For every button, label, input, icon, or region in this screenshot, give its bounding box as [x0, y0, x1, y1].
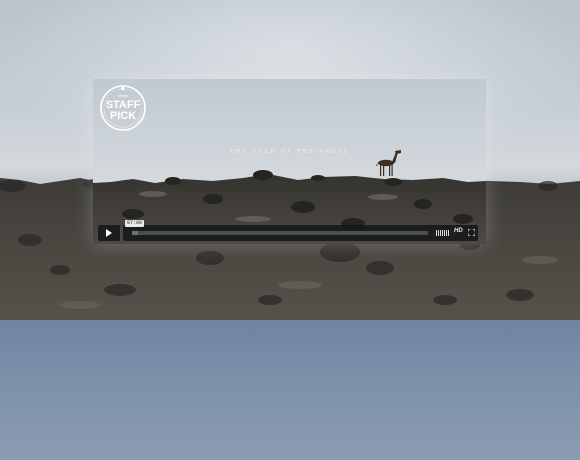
hd-toggle[interactable]: HD: [454, 228, 463, 234]
progress-track[interactable]: [132, 231, 428, 235]
badge-line2: PICK: [110, 110, 136, 122]
control-bar: HD: [123, 225, 478, 241]
volume-icon[interactable]: [436, 230, 450, 236]
play-icon[interactable]: [106, 229, 112, 237]
video-title: THE GOLD OF THE ANDES: [229, 149, 350, 155]
player-controls: HD 07:00: [98, 220, 482, 242]
video-player[interactable]: vimeo STAFF PICK THE GOLD OF THE ANDES: [93, 79, 486, 244]
fullscreen-icon[interactable]: [468, 229, 475, 236]
play-button[interactable]: [98, 225, 120, 241]
staff-pick-badge: vimeo STAFF PICK: [99, 84, 147, 132]
video-still: [93, 79, 486, 244]
lower-panel: [0, 320, 580, 460]
timecode: 07:00: [125, 220, 145, 227]
badge-vimeo-text: vimeo: [118, 93, 129, 98]
page: vimeo STAFF PICK THE GOLD OF THE ANDES H…: [0, 0, 580, 460]
loaded-bar: [132, 231, 138, 235]
